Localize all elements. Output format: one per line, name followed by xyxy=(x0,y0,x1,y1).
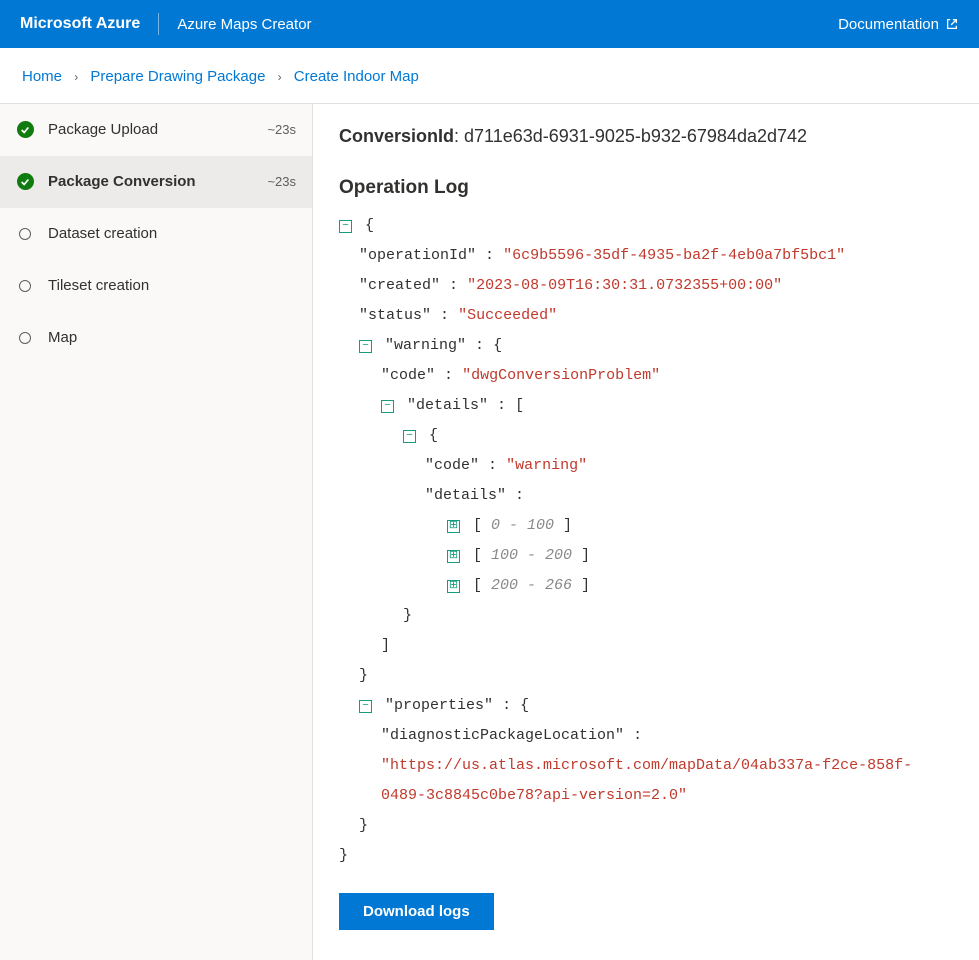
json-key: "diagnosticPackageLocation" xyxy=(381,727,624,744)
json-key: "code" xyxy=(425,457,479,474)
success-icon xyxy=(16,173,34,191)
collapse-icon[interactable]: − xyxy=(403,430,416,443)
json-value: "Succeeded" xyxy=(458,307,557,324)
header: Microsoft Azure Azure Maps Creator Docum… xyxy=(0,0,979,48)
json-key: "created" xyxy=(359,277,440,294)
json-value: "https://us.atlas.microsoft.com/mapData/… xyxy=(381,757,912,804)
pending-icon xyxy=(16,225,34,243)
breadcrumb-prepare[interactable]: Prepare Drawing Package xyxy=(90,68,265,85)
chevron-right-icon: › xyxy=(74,70,78,84)
step-label: Package Conversion xyxy=(48,173,253,190)
conversion-id-label: ConversionId xyxy=(339,126,454,146)
step-tileset-creation[interactable]: Tileset creation xyxy=(0,260,312,312)
step-map[interactable]: Map xyxy=(0,312,312,364)
json-value: "warning" xyxy=(506,457,587,474)
documentation-link[interactable]: Documentation xyxy=(838,16,959,33)
success-icon xyxy=(16,121,34,139)
download-logs-button[interactable]: Download logs xyxy=(339,893,494,930)
content: ConversionId: d711e63d-6931-9025-b932-67… xyxy=(312,104,979,960)
step-label: Dataset creation xyxy=(48,225,282,242)
brand[interactable]: Microsoft Azure xyxy=(20,15,140,33)
step-label: Tileset creation xyxy=(48,277,282,294)
main: Package Upload ~23s Package Conversion ~… xyxy=(0,103,979,960)
breadcrumb-create[interactable]: Create Indoor Map xyxy=(294,68,419,85)
step-package-conversion[interactable]: Package Conversion ~23s xyxy=(0,156,312,208)
json-value: "dwgConversionProblem" xyxy=(462,367,660,384)
chevron-right-icon: › xyxy=(278,70,282,84)
json-range: 100 - 200 xyxy=(491,547,572,564)
collapse-icon[interactable]: − xyxy=(339,220,352,233)
pending-icon xyxy=(16,277,34,295)
header-divider xyxy=(158,13,159,35)
json-key: "properties" xyxy=(385,697,493,714)
app-title: Azure Maps Creator xyxy=(177,16,311,33)
step-label: Map xyxy=(48,329,282,346)
step-dataset-creation[interactable]: Dataset creation xyxy=(0,208,312,260)
step-label: Package Upload xyxy=(48,121,253,138)
collapse-icon[interactable]: − xyxy=(359,340,372,353)
collapse-icon[interactable]: − xyxy=(381,400,394,413)
json-key: "status" xyxy=(359,307,431,324)
expand-icon[interactable]: ⊞ xyxy=(447,550,460,563)
json-value: "6c9b5596-35df-4935-ba2f-4eb0a7bf5bc1" xyxy=(503,247,845,264)
external-link-icon xyxy=(945,17,959,31)
sidebar: Package Upload ~23s Package Conversion ~… xyxy=(0,104,312,960)
json-value: "2023-08-09T16:30:31.0732355+00:00" xyxy=(467,277,782,294)
pending-icon xyxy=(16,329,34,347)
conversion-id-value: d711e63d-6931-9025-b932-67984da2d742 xyxy=(464,126,807,146)
step-time: ~23s xyxy=(267,122,296,137)
json-key: "code" xyxy=(381,367,435,384)
expand-icon[interactable]: ⊞ xyxy=(447,580,460,593)
expand-icon[interactable]: ⊞ xyxy=(447,520,460,533)
operation-log-json: − { "operationId" : "6c9b5596-35df-4935-… xyxy=(339,211,953,871)
collapse-icon[interactable]: − xyxy=(359,700,372,713)
step-package-upload[interactable]: Package Upload ~23s xyxy=(0,104,312,156)
json-key: "details" xyxy=(425,487,506,504)
json-key: "warning" xyxy=(385,337,466,354)
json-key: "details" xyxy=(407,397,488,414)
json-range: 200 - 266 xyxy=(491,577,572,594)
json-range: 0 - 100 xyxy=(491,517,554,534)
json-key: "operationId" xyxy=(359,247,476,264)
operation-log-title: Operation Log xyxy=(339,177,953,199)
documentation-label: Documentation xyxy=(838,16,939,33)
breadcrumb: Home › Prepare Drawing Package › Create … xyxy=(0,48,979,103)
breadcrumb-home[interactable]: Home xyxy=(22,68,62,85)
conversion-id-line: ConversionId: d711e63d-6931-9025-b932-67… xyxy=(339,126,953,147)
step-time: ~23s xyxy=(267,174,296,189)
